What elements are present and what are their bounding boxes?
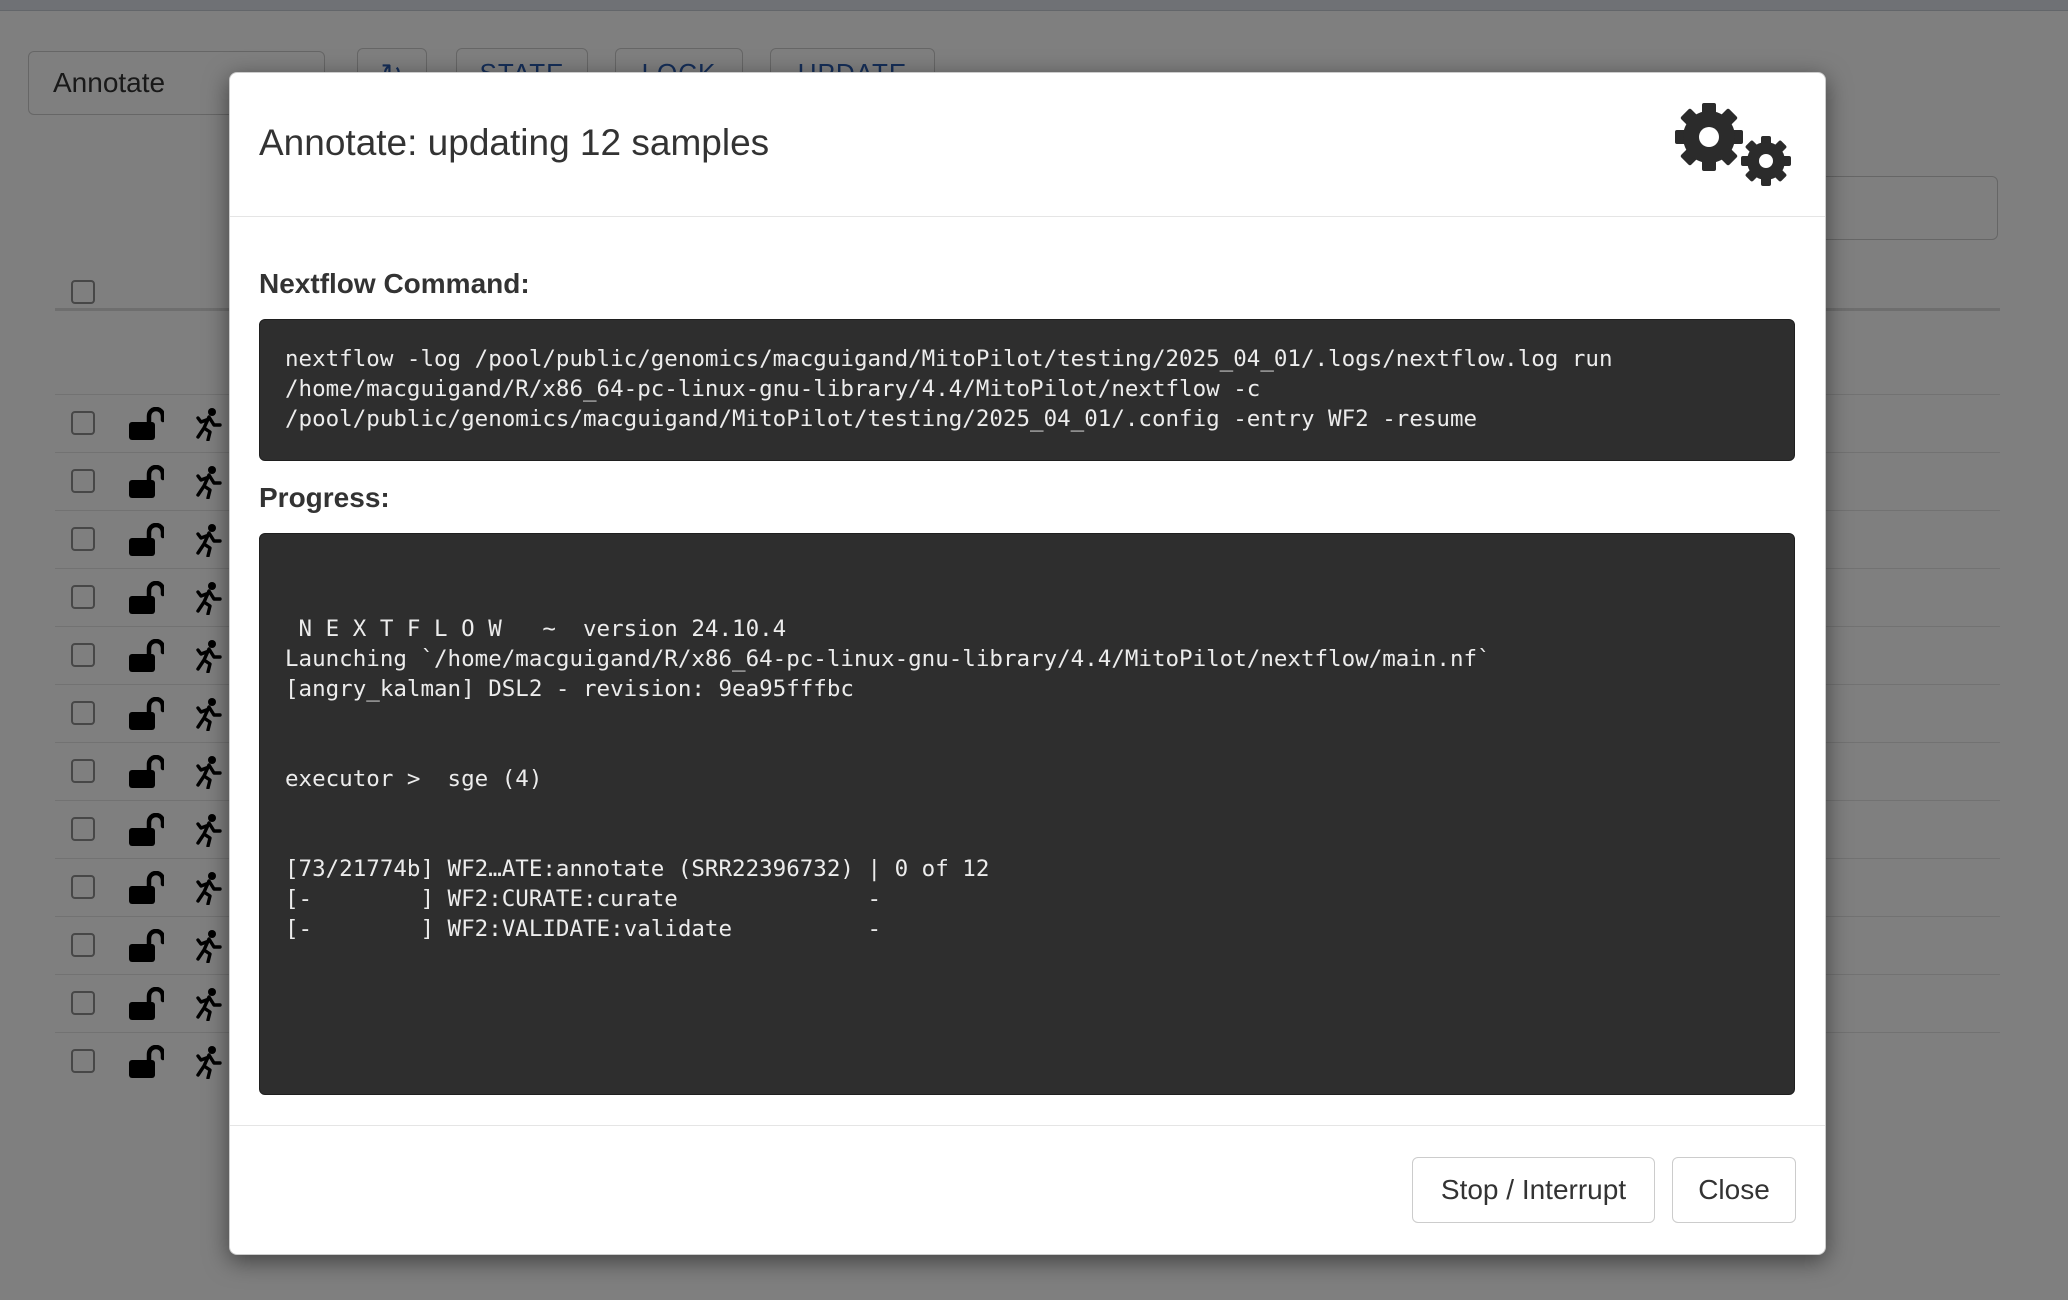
modal-title: Annotate: updating 12 samples [259,122,770,163]
modal-header: Annotate: updating 12 samples [230,73,1825,217]
progress-line: Launching `/home/macguigand/R/x86_64-pc-… [285,646,1491,672]
command-console: nextflow -log /pool/public/genomics/macg… [259,319,1795,461]
progress-line: N E X T F L O W ~ version 24.10.4 [285,616,787,642]
command-line: nextflow -log /pool/public/genomics/macg… [285,346,1613,372]
command-line: /home/macguigand/R/x86_64-pc-linux-gnu-l… [285,376,1261,402]
progress-label: Progress: [259,482,390,513]
progress-line: [- ] WF2:CURATE:curate - [285,886,882,912]
progress-console: N E X T F L O W ~ version 24.10.4 Launchi… [259,533,1795,1095]
command-label: Nextflow Command: [259,268,530,299]
command-line: /pool/public/genomics/macguigand/MitoPil… [285,406,1478,432]
progress-line [285,734,1769,764]
progress-line [285,704,1769,734]
progress-line: [angry_kalman] DSL2 - revision: 9ea95fff… [285,676,854,702]
stop-interrupt-button[interactable]: Stop / Interrupt [1412,1157,1655,1223]
progress-line [285,824,1769,854]
progress-line: [73/21774b] WF2…ATE:annotate (SRR2239673… [285,856,990,882]
progress-line [285,794,1769,824]
progress-line: [- ] WF2:VALIDATE:validate - [285,916,882,942]
gears-icon [1675,103,1791,186]
close-button[interactable]: Close [1672,1157,1796,1223]
annotate-modal: Annotate: updating 12 samples Nextflow C… [229,72,1826,1255]
progress-line: executor > sge (4) [285,766,543,792]
